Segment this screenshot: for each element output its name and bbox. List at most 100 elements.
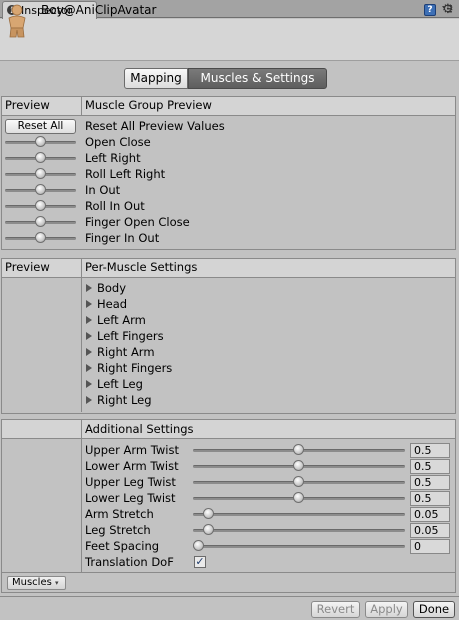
gear-icon[interactable]: ⚙: [442, 3, 456, 17]
muscle-group-label: Roll Left Right: [85, 167, 166, 181]
muscle-group-label: Finger Open Close: [85, 215, 190, 229]
foldout-arrow-icon: [86, 396, 92, 404]
foldout-arrow-icon: [86, 348, 92, 356]
muscle-group-label: Roll In Out: [85, 199, 145, 213]
foldout-body[interactable]: Body: [86, 281, 236, 295]
setting-label-upper-arm-twist: Upper Arm Twist: [85, 443, 179, 457]
preview-slider-roll-in-out[interactable]: [5, 199, 76, 213]
tab-mapping[interactable]: Mapping: [124, 68, 188, 89]
setting-slider-upper-leg-twist[interactable]: [193, 475, 405, 489]
slider-thumb[interactable]: [293, 492, 304, 503]
foldout-label: Right Fingers: [97, 361, 173, 375]
foldout-head[interactable]: Head: [86, 297, 236, 311]
slider-thumb[interactable]: [293, 444, 304, 455]
foldout-right-leg[interactable]: Right Leg: [86, 393, 236, 407]
foldout-arrow-icon: [86, 332, 92, 340]
foldout-label: Right Leg: [97, 393, 152, 407]
slider-thumb[interactable]: [35, 232, 46, 243]
foldout-label: Head: [97, 297, 128, 311]
slider-thumb[interactable]: [35, 152, 46, 163]
slider-thumb[interactable]: [203, 508, 214, 519]
foldout-arrow-icon: [86, 364, 92, 372]
muscle-group-title: Muscle Group Preview: [85, 98, 212, 112]
done-button[interactable]: Done: [413, 601, 455, 618]
slider-thumb[interactable]: [35, 184, 46, 195]
preview-slider-roll-left-right[interactable]: [5, 167, 76, 181]
setting-value-field-leg-stretch[interactable]: 0.05: [410, 523, 450, 538]
translation-dof-checkbox[interactable]: ✓: [194, 556, 206, 568]
setting-label-upper-leg-twist: Upper Leg Twist: [85, 475, 176, 489]
foldout-label: Right Arm: [97, 345, 155, 359]
setting-value-field-lower-arm-twist[interactable]: 0.5: [410, 459, 450, 474]
muscles-dropdown[interactable]: Muscles ▾: [7, 576, 66, 590]
muscle-group-label: In Out: [85, 183, 121, 197]
foldout-left-leg[interactable]: Left Leg: [86, 377, 236, 391]
preview-column-header: Preview: [5, 260, 50, 274]
foldout-label: Left Arm: [97, 313, 146, 327]
preview-slider-open-close[interactable]: [5, 135, 76, 149]
slider-thumb[interactable]: [203, 524, 214, 535]
setting-slider-lower-leg-twist[interactable]: [193, 491, 405, 505]
column-divider: [81, 259, 82, 412]
foldout-left-fingers[interactable]: Left Fingers: [86, 329, 236, 343]
help-book-icon[interactable]: ?: [424, 4, 436, 16]
slider-thumb[interactable]: [293, 476, 304, 487]
setting-slider-feet-spacing[interactable]: [193, 539, 405, 553]
preview-slider-in-out[interactable]: [5, 183, 76, 197]
slider-thumb[interactable]: [35, 136, 46, 147]
column-divider: [81, 97, 82, 116]
additional-settings-title: Additional Settings: [85, 422, 194, 436]
setting-slider-lower-arm-twist[interactable]: [193, 459, 405, 473]
foldout-right-fingers[interactable]: Right Fingers: [86, 361, 236, 375]
setting-slider-arm-stretch[interactable]: [193, 507, 405, 521]
foldout-left-arm[interactable]: Left Arm: [86, 313, 236, 327]
apply-button[interactable]: Apply: [365, 601, 408, 618]
translation-dof-label: Translation DoF: [85, 555, 174, 569]
preview-slider-finger-open-close[interactable]: [5, 215, 76, 229]
slider-thumb[interactable]: [193, 540, 204, 551]
setting-value-field-upper-arm-twist[interactable]: 0.5: [410, 443, 450, 458]
slider-thumb[interactable]: [35, 216, 46, 227]
foldout-arrow-icon: [86, 284, 92, 292]
inspector-header: [0, 19, 459, 61]
setting-label-feet-spacing: Feet Spacing: [85, 539, 160, 553]
slider-track: [193, 545, 405, 548]
per-muscle-panel-header: [2, 259, 455, 278]
setting-label-arm-stretch: Arm Stretch: [85, 507, 154, 521]
muscle-group-label: Left Right: [85, 151, 141, 165]
muscles-dropdown-label: Muscles: [12, 577, 52, 588]
per-muscle-title: Per-Muscle Settings: [85, 260, 198, 274]
avatar-figure-icon: [8, 4, 26, 38]
setting-value-field-feet-spacing[interactable]: 0: [410, 539, 450, 554]
muscle-group-label: Open Close: [85, 135, 151, 149]
panel-divider: [2, 572, 455, 573]
preview-column-header: Preview: [5, 98, 50, 112]
setting-value-field-lower-leg-twist[interactable]: 0.5: [410, 491, 450, 506]
slider-thumb[interactable]: [35, 200, 46, 211]
foldout-label: Left Fingers: [97, 329, 164, 343]
muscle-group-label: Finger In Out: [85, 231, 160, 245]
setting-label-lower-arm-twist: Lower Arm Twist: [85, 459, 179, 473]
foldout-label: Left Leg: [97, 377, 143, 391]
muscle-group-panel-header: [2, 97, 455, 116]
foldout-label: Body: [97, 281, 127, 295]
reset-all-button[interactable]: Reset All: [5, 119, 76, 134]
preview-slider-finger-in-out[interactable]: [5, 231, 76, 245]
slider-track: [193, 529, 405, 532]
setting-value-field-arm-stretch[interactable]: 0.05: [410, 507, 450, 522]
additional-settings-header: [2, 420, 455, 439]
object-name: Boy@AniClipAvatar: [41, 3, 157, 17]
chevron-down-icon: ▾: [55, 579, 59, 587]
tab-muscles-settings[interactable]: Muscles & Settings: [188, 68, 327, 89]
setting-slider-leg-stretch[interactable]: [193, 523, 405, 537]
slider-thumb[interactable]: [35, 168, 46, 179]
setting-value-field-upper-leg-twist[interactable]: 0.5: [410, 475, 450, 490]
setting-label-lower-leg-twist: Lower Leg Twist: [85, 491, 176, 505]
preview-slider-left-right[interactable]: [5, 151, 76, 165]
foldout-right-arm[interactable]: Right Arm: [86, 345, 236, 359]
revert-button[interactable]: Revert: [311, 601, 360, 618]
foldout-arrow-icon: [86, 300, 92, 308]
column-divider: [81, 420, 82, 572]
setting-slider-upper-arm-twist[interactable]: [193, 443, 405, 457]
slider-thumb[interactable]: [293, 460, 304, 471]
